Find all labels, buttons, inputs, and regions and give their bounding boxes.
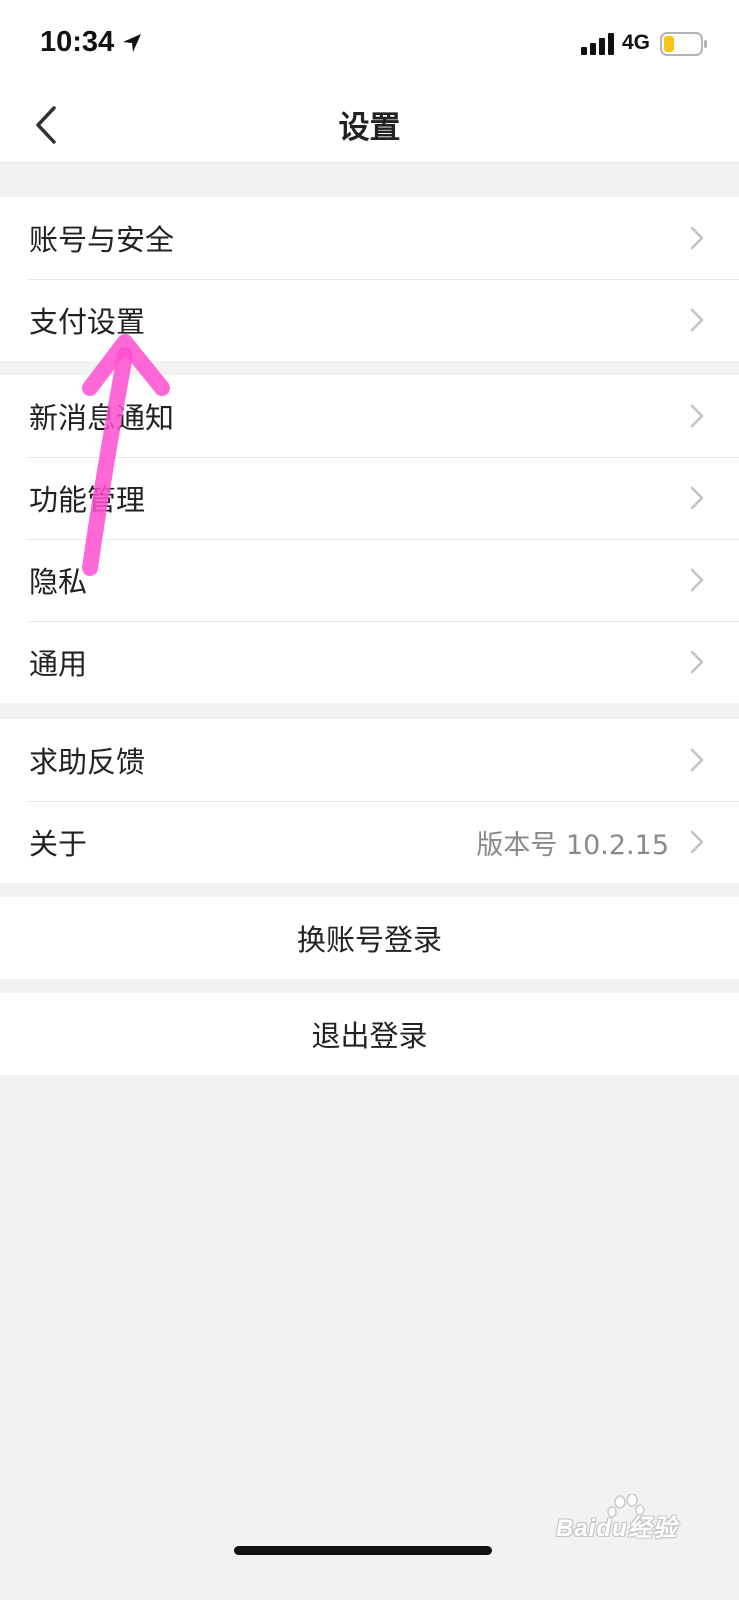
nav-bar: 设置	[0, 88, 739, 163]
chevron-right-icon	[690, 486, 704, 510]
settings-item-feedback[interactable]: 求助反馈	[0, 719, 739, 801]
settings-item-label: 功能管理	[29, 483, 146, 517]
settings-group-general: 新消息通知 功能管理 隐私 通用	[0, 375, 739, 703]
settings-item-label: 隐私	[29, 565, 88, 599]
settings-item-label: 账号与安全	[29, 223, 175, 257]
settings-group-help: 求助反馈 关于 版本号 10.2.15	[0, 719, 739, 883]
settings-item-label: 支付设置	[29, 305, 146, 339]
chevron-right-icon	[690, 748, 704, 772]
chevron-right-icon	[690, 568, 704, 592]
settings-item-label: 新消息通知	[29, 401, 175, 435]
settings-item-label: 通用	[29, 647, 88, 681]
location-arrow-icon	[123, 34, 141, 52]
chevron-right-icon	[690, 308, 704, 332]
page-title: 设置	[338, 110, 401, 146]
settings-item-notifications[interactable]: 新消息通知	[0, 375, 739, 457]
chevron-right-icon	[690, 650, 704, 674]
settings-item-account-security[interactable]: 账号与安全	[0, 197, 739, 279]
settings-item-privacy[interactable]: 隐私	[0, 539, 739, 621]
chevron-right-icon	[690, 830, 704, 854]
logout-button[interactable]: 退出登录	[0, 993, 739, 1075]
network-type: 4G	[622, 31, 651, 54]
settings-group-account: 账号与安全 支付设置	[0, 197, 739, 361]
settings-item-payment[interactable]: 支付设置	[0, 279, 739, 361]
settings-item-features[interactable]: 功能管理	[0, 457, 739, 539]
status-bar: 10:34 4G	[0, 0, 739, 88]
settings-item-general[interactable]: 通用	[0, 621, 739, 703]
settings-item-about[interactable]: 关于 版本号 10.2.15	[0, 801, 739, 883]
signal-icon	[581, 33, 614, 55]
home-indicator[interactable]	[234, 1546, 492, 1555]
battery-icon	[660, 32, 707, 56]
chevron-right-icon	[690, 404, 704, 428]
version-value: 版本号 10.2.15	[476, 830, 669, 861]
chevron-right-icon	[690, 226, 704, 250]
switch-account-label: 换账号登录	[296, 923, 442, 957]
settings-item-label: 关于	[29, 827, 88, 861]
status-time: 10:34	[40, 26, 115, 58]
switch-account-button[interactable]: 换账号登录	[0, 897, 739, 979]
baidu-watermark: Baidu经验	[556, 1515, 678, 1542]
settings-item-label: 求助反馈	[29, 745, 146, 779]
logout-label: 退出登录	[311, 1019, 428, 1053]
